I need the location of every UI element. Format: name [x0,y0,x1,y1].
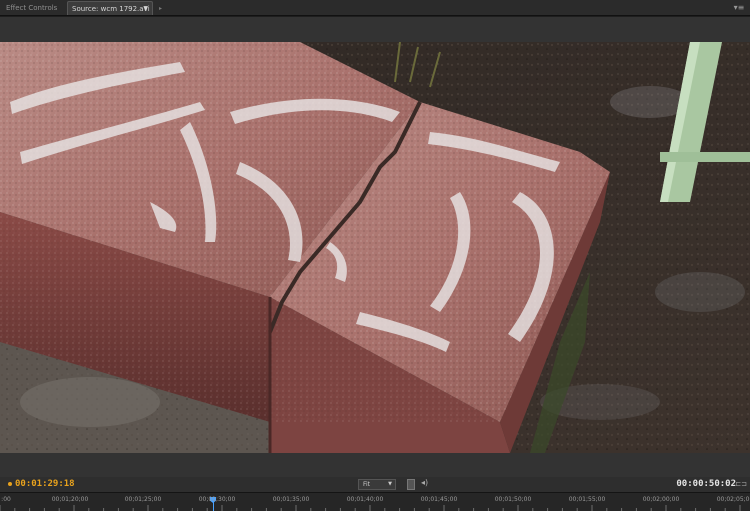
ruler-tick-label: 00;01;55;00 [568,496,606,503]
playhead-timecode-value: 00:01:29:18 [15,479,75,489]
panel-tab-bar: Effect Controls Source: wcm 1792.avi ▼ ▸… [0,0,750,16]
ruler-tick-label: 00;01;30;00 [198,496,236,503]
video-frame-image [0,42,750,453]
ruler-ticks [0,505,741,511]
ruler-tick-label: 00;01;50;00 [494,496,532,503]
video-frame [0,42,750,453]
ruler-tick-label: 00;01;25;00 [124,496,162,503]
zoom-level-value: Fit [363,481,371,488]
playhead-timecode[interactable]: 00:01:29:18 [8,478,75,491]
ruler-tick-label: 00;02;05;00 [716,496,750,503]
chevron-down-icon: ▼ [388,481,392,487]
ruler-tick-label: :00 [1,496,11,503]
duration-timecode: 00:00:50:02 [676,479,736,489]
duration-icon: ⊏⊐ [735,480,747,488]
tab-source-label: Source: wcm 1792.avi [72,5,150,13]
record-dot-icon [8,481,12,486]
zoom-level-select[interactable]: Fit ▼ [358,479,396,490]
settings-icon[interactable] [407,479,415,490]
chevron-down-icon[interactable]: ▼ [143,2,148,16]
ruler-tick-label: 00;01;20;00 [51,496,89,503]
panel-menu-icon[interactable]: ▾≡ [732,2,746,13]
ruler-tick-label: 00;01;45;00 [420,496,458,503]
audio-icon[interactable]: ◂) [421,478,428,487]
ruler-tick-label: 00;01;35;00 [272,496,310,503]
time-ruler[interactable]: :00 00;01;20;00 00;01;25;00 00;01;30;00 00;0… [0,492,750,511]
ruler-tick-label: 00;01;40;00 [346,496,384,503]
ruler-tick-label: 00;02;00;00 [642,496,680,503]
close-icon[interactable]: ▸ [159,2,162,16]
monitor-controls: 00:01:29:18 Fit ▼ ◂) 00:00:50:02 ⊏⊐ [0,477,750,492]
tab-effect-controls[interactable]: Effect Controls [2,1,62,15]
tab-source[interactable]: Source: wcm 1792.avi ▼ ▸ [67,1,162,16]
